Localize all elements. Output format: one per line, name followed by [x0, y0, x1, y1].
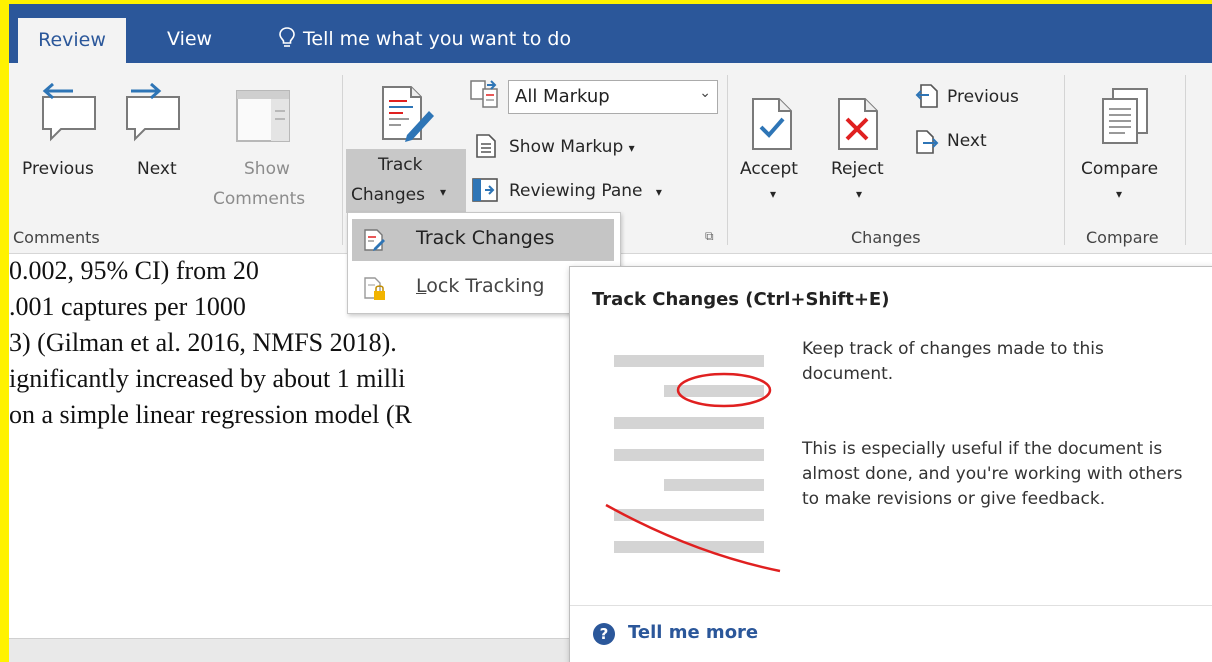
show-comments-label-2[interactable]: Comments [213, 189, 305, 209]
document-line: .001 captures per 1000 [9, 292, 246, 321]
reviewing-pane-icon-wrap [471, 177, 499, 207]
lock-tracking-rest: ock Tracking [426, 275, 545, 297]
word-window: Review View Tell me what you want to do … [9, 4, 1212, 662]
lightbulb-icon [279, 27, 295, 47]
next-change-button[interactable]: Next [947, 131, 987, 151]
previous-comment-button[interactable] [37, 82, 103, 149]
accept-icon [752, 98, 792, 150]
previous-comment-label[interactable]: Previous [22, 159, 94, 179]
chevron-down-icon: ⌄ [699, 85, 711, 101]
separator [1064, 75, 1065, 245]
track-changes-button[interactable]: Track Changes ▾ [346, 149, 466, 213]
ribbon-tab-bar: Review View Tell me what you want to do [9, 4, 1212, 63]
show-comments-button[interactable] [235, 89, 291, 147]
reject-button-icon-wrap[interactable] [837, 97, 879, 155]
separator [342, 75, 343, 245]
changes-group-label: Changes [851, 228, 921, 247]
next-change-icon [916, 130, 939, 154]
dropdown-arrow-icon: ▾ [628, 141, 635, 155]
menu-item-track-changes[interactable]: Track Changes [352, 219, 614, 261]
tooltip-description-2: This is especially useful if the documen… [802, 439, 1183, 509]
reviewing-pane-icon [472, 178, 498, 202]
tab-view[interactable]: View [167, 18, 212, 63]
track-label: Track [378, 155, 423, 175]
compare-button[interactable]: Compare [1081, 159, 1158, 179]
next-comment-label[interactable]: Next [137, 159, 177, 179]
help-icon: ? [593, 623, 615, 645]
show-markup-label: Show Markup [509, 137, 624, 157]
compare-icon-wrap[interactable] [1101, 87, 1151, 151]
track-changes-illustration [605, 355, 781, 573]
markup-display-value: All Markup [515, 86, 610, 107]
track-changes-arrow-icon: ▾ [440, 185, 447, 199]
show-comments-icon [236, 90, 290, 142]
previous-change-icon-wrap [915, 81, 939, 113]
menu-item-label: Track Changes [416, 227, 555, 249]
show-markup-icon-wrap [475, 133, 497, 163]
tell-me-search[interactable]: Tell me what you want to do [279, 18, 571, 63]
display-for-review-icon-wrap [469, 79, 501, 115]
track-changes-tooltip: Track Changes (Ctrl+Shift+E) Keep track … [569, 266, 1212, 662]
document-line: ignificantly increased by about 1 milli [9, 364, 406, 393]
previous-change-icon [915, 84, 938, 108]
next-change-icon-wrap [915, 127, 939, 159]
show-comments-label-1[interactable]: Show [244, 159, 290, 179]
dropdown-arrow-icon: ▾ [655, 185, 662, 199]
previous-change-button[interactable]: Previous [947, 87, 1019, 107]
reject-arrow-icon[interactable]: ▾ [856, 187, 862, 201]
tab-review[interactable]: Review [18, 18, 126, 63]
lock-tracking-icon [364, 277, 385, 300]
document-line: 3) (Gilman et al. 2016, NMFS 2018). [9, 328, 397, 358]
document-line-start: 3) (Gilman et al. 2016, NMFS 2018). [9, 328, 397, 357]
tooltip-description-1: Keep track of changes made to this docum… [802, 339, 1104, 384]
reviewing-pane-label: Reviewing Pane [509, 181, 643, 201]
comments-group-label: Comments [13, 228, 100, 247]
compare-icon [1102, 88, 1148, 144]
tell-me-text: Tell me what you want to do [303, 28, 572, 50]
dialog-launcher-icon[interactable]: ⧉ [705, 229, 714, 244]
document-line: on a simple linear regression model (R [9, 400, 412, 429]
track-changes-small-icon [364, 229, 385, 251]
accept-button-icon-wrap[interactable] [751, 97, 793, 155]
track-changes-icon [382, 86, 434, 142]
markup-display-select[interactable]: All Markup ⌄ [508, 80, 718, 114]
svg-text:?: ? [600, 625, 609, 643]
changes-label: Changes [351, 185, 425, 205]
separator [727, 75, 728, 245]
previous-comment-icon [42, 82, 96, 142]
show-markup-icon [476, 134, 496, 158]
menu-item-label: Lock Tracking [416, 275, 545, 297]
show-markup-button[interactable]: Show Markup ▾ [509, 137, 635, 157]
accept-arrow-icon[interactable]: ▾ [770, 187, 776, 201]
separator [1185, 75, 1186, 245]
next-comment-button[interactable] [121, 82, 187, 149]
next-comment-icon [126, 82, 180, 142]
track-changes-large-icon-wrap[interactable] [379, 85, 435, 147]
compare-arrow-icon[interactable]: ▾ [1116, 187, 1122, 201]
reject-button[interactable]: Reject [831, 159, 884, 179]
divider [570, 605, 1212, 606]
tell-me-more-label: Tell me more [628, 622, 759, 643]
reviewing-pane-button[interactable]: Reviewing Pane ▾ [509, 181, 662, 201]
reject-icon [838, 98, 878, 150]
document-line: 0.002, 95% CI) from 20 [9, 256, 259, 285]
accept-button[interactable]: Accept [740, 159, 798, 179]
compare-group-label: Compare [1086, 228, 1159, 247]
display-for-review-icon [470, 80, 498, 108]
tooltip-title: Track Changes (Ctrl+Shift+E) [592, 289, 890, 310]
